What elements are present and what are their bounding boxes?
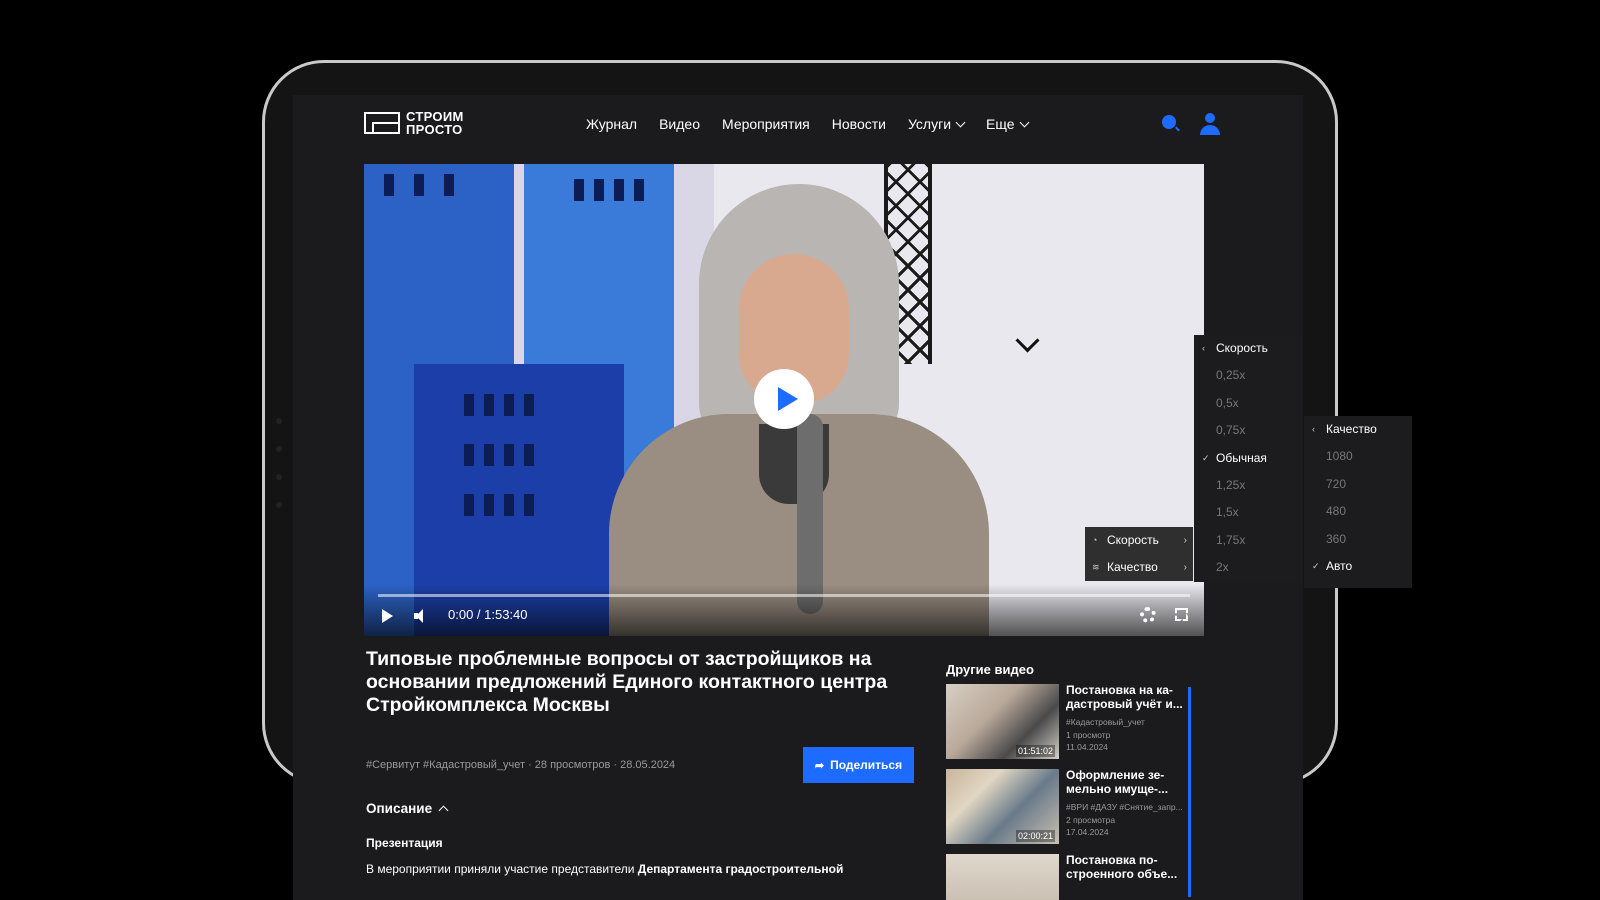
- search-icon[interactable]: [1162, 115, 1176, 129]
- sidebar-scrollbar[interactable]: [1188, 687, 1191, 897]
- check-icon: ✓: [1202, 452, 1210, 463]
- item-views: 2 просмотра: [1066, 815, 1116, 825]
- chevron-down-icon: [1015, 328, 1040, 353]
- speed-option[interactable]: 0,5x: [1194, 390, 1302, 417]
- description-label: Описание: [366, 801, 433, 816]
- quality-icon: ≋: [1092, 562, 1100, 572]
- quality-option[interactable]: 720: [1304, 471, 1412, 498]
- share-icon: ➦: [814, 759, 825, 772]
- presentation-heading: Презентация: [366, 836, 443, 850]
- quality-option-label: Авто: [1326, 558, 1353, 573]
- quality-option-selected[interactable]: ✓ Авто: [1304, 553, 1412, 580]
- share-label: Поделиться: [830, 758, 903, 772]
- video-meta: #Сервитут #Кадастровый_учет · 28 просмот…: [366, 759, 676, 771]
- logo-mark-icon: [364, 112, 400, 134]
- nav-item-events[interactable]: Мероприятия: [722, 116, 810, 132]
- video-title: Типовые проблемные вопросы от застройщик…: [366, 648, 888, 716]
- description-text: В мероприятии приняли участие представит…: [366, 862, 843, 876]
- video-thumbnail[interactable]: [946, 854, 1059, 900]
- main-nav: Журнал Видео Мероприятия Новости Услуги …: [586, 116, 1029, 132]
- quality-menu-back[interactable]: ‹ Качество: [1304, 416, 1412, 443]
- speed-icon: ◔: [1092, 535, 1098, 545]
- item-date: 11.04.2024: [1066, 742, 1108, 752]
- duration-badge: 01:51:02: [1015, 745, 1055, 757]
- volume-icon[interactable]: [414, 609, 428, 623]
- site-logo[interactable]: СТРОИМ ПРОСТО: [364, 110, 464, 136]
- nav-item-news[interactable]: Новости: [832, 116, 886, 132]
- speed-menu-back[interactable]: ‹ Скорость: [1194, 335, 1302, 362]
- item-views: 1 просмотр: [1066, 730, 1111, 740]
- settings-quality-label: Качество: [1107, 560, 1158, 574]
- speed-option[interactable]: 0,25x: [1194, 362, 1302, 389]
- settings-speed-item[interactable]: ◔ Скорость ›: [1085, 527, 1193, 554]
- speed-menu-header: Скорость: [1216, 341, 1268, 355]
- nav-item-more[interactable]: Еще: [986, 116, 1029, 132]
- description-text-bold: Департамента градостроительной: [637, 862, 844, 876]
- time-display: 0:00 / 1:53:40: [448, 607, 528, 622]
- speed-option[interactable]: 1,25x: [1194, 472, 1302, 499]
- nav-item-journal[interactable]: Журнал: [586, 116, 637, 132]
- video-thumbnail[interactable]: 01:51:02: [946, 684, 1059, 759]
- speed-option-selected[interactable]: ✓ Обычная: [1194, 445, 1302, 472]
- description-toggle[interactable]: Описание: [366, 801, 449, 816]
- play-icon[interactable]: [382, 609, 393, 623]
- quality-menu-header: Качество: [1326, 422, 1377, 436]
- item-title[interactable]: Постановка по-строенного объе...: [1066, 853, 1184, 881]
- list-item[interactable]: 01:51:02 Постановка на ка-дастровый учёт…: [946, 683, 1186, 769]
- item-title[interactable]: Оформление зе-мельно имуще-...: [1066, 768, 1184, 796]
- share-button[interactable]: ➦ Поделиться: [803, 747, 914, 783]
- nav-services-label: Услуги: [907, 116, 952, 132]
- chevron-up-icon: [438, 805, 449, 816]
- logo-line2: ПРОСТО: [406, 122, 463, 137]
- chevron-down-icon: [955, 117, 966, 128]
- video-thumbnail[interactable]: 02:00:21: [946, 769, 1059, 844]
- video-player[interactable]: 0:00 / 1:53:40 ◔ Скорость › ≋ Качество ›: [364, 164, 1204, 636]
- item-title[interactable]: Постановка на ка-дастровый учёт и...: [1066, 683, 1184, 711]
- speed-option[interactable]: 0,75x: [1194, 417, 1302, 444]
- speed-option-label: Обычная: [1216, 450, 1267, 465]
- play-button[interactable]: [754, 369, 814, 429]
- quality-option[interactable]: 1080: [1304, 443, 1412, 470]
- nav-item-services[interactable]: Услуги: [907, 116, 966, 132]
- speed-option[interactable]: 1,5x: [1194, 499, 1302, 526]
- list-item[interactable]: Постановка по-строенного объе...: [946, 853, 1186, 900]
- settings-speed-label: Скорость: [1107, 533, 1159, 547]
- user-icon[interactable]: [1199, 113, 1221, 135]
- nav-more-label: Еще: [986, 116, 1015, 132]
- quality-menu: ‹ Качество 1080 720 480 360 ✓ Авто: [1304, 416, 1412, 588]
- quality-option[interactable]: 480: [1304, 498, 1412, 525]
- quality-option[interactable]: 360: [1304, 526, 1412, 553]
- tablet-buttons: [276, 418, 286, 530]
- page-screen: СТРОИМ ПРОСТО Журнал Видео Мероприятия Н…: [293, 95, 1303, 900]
- speed-option[interactable]: 2x: [1194, 554, 1302, 581]
- item-tags: #Кадастровый_учет: [1066, 717, 1145, 727]
- other-videos-list: 01:51:02 Постановка на ка-дастровый учёт…: [946, 683, 1186, 900]
- other-videos-title: Другие видео: [946, 662, 1034, 677]
- settings-menu: ◔ Скорость › ≋ Качество ›: [1085, 527, 1193, 581]
- list-item[interactable]: 02:00:21 Оформление зе-мельно имуще-... …: [946, 768, 1186, 854]
- speed-menu: ‹ Скорость 0,25x 0,5x 0,75x ✓ Обычная 1,25…: [1194, 335, 1302, 582]
- chevron-down-icon: [1019, 117, 1029, 128]
- check-icon: ✓: [1312, 560, 1320, 571]
- item-date: 17.04.2024: [1066, 827, 1109, 837]
- chevron-left-icon: ‹: [1312, 424, 1315, 434]
- speed-option[interactable]: 1,75x: [1194, 527, 1302, 554]
- description-text-plain: В мероприятии приняли участие представит…: [366, 862, 638, 876]
- settings-quality-item[interactable]: ≋ Качество ›: [1085, 554, 1193, 581]
- chevron-right-icon: ›: [1183, 535, 1187, 546]
- nav-item-video[interactable]: Видео: [659, 116, 700, 132]
- progress-bar[interactable]: [378, 594, 1190, 597]
- chevron-right-icon: ›: [1183, 562, 1187, 573]
- duration-badge: 02:00:21: [1015, 830, 1055, 842]
- item-tags: #ВРИ #ДАЗУ #Снятие_запр...: [1066, 802, 1183, 812]
- chevron-left-icon: ‹: [1202, 343, 1205, 353]
- gear-icon[interactable]: [1140, 607, 1156, 623]
